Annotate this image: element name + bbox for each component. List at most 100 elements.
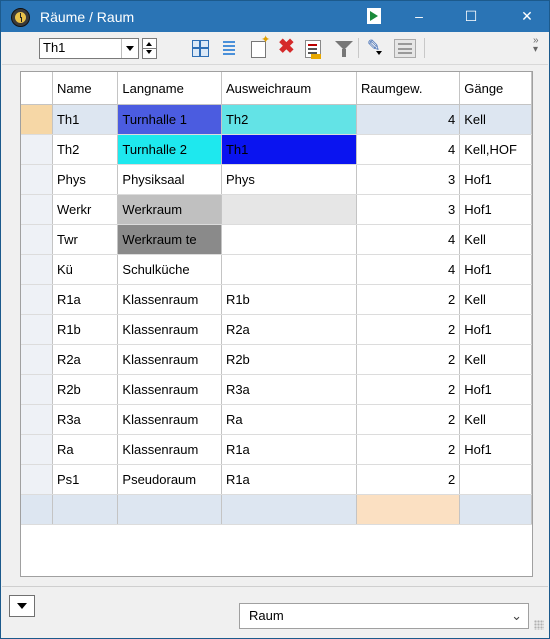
delete-icon[interactable]: ✖ (278, 37, 298, 57)
cell-ausweichraum[interactable]: Th1 (221, 134, 358, 165)
table-row[interactable]: R1b Klassenraum R2a 2 Hof1 (21, 314, 532, 345)
cell-name[interactable]: Th1 (52, 104, 119, 135)
cell-gaenge[interactable]: Hof1 (459, 194, 532, 225)
chevron-down-icon[interactable] (121, 39, 138, 58)
table-row[interactable]: Th2 Turnhalle 2 Th1 4 Kell,HOF (21, 134, 532, 165)
cell-raumgew[interactable]: 4 (356, 134, 461, 165)
cell-raumgew[interactable]: 2 (356, 344, 461, 375)
cell-name[interactable]: Phys (52, 164, 119, 195)
cell-gaenge[interactable]: Hof1 (459, 434, 532, 465)
cell-langname[interactable]: Physiksaal (117, 164, 222, 195)
cell-gaenge[interactable]: Kell (459, 284, 532, 315)
cell-gaenge[interactable]: Kell (459, 404, 532, 435)
table-row[interactable]: Phys Physiksaal Phys 3 Hof1 (21, 164, 532, 195)
cell-ausweichraum[interactable]: R2a (221, 314, 358, 345)
cell-langname[interactable]: Klassenraum (117, 404, 222, 435)
cell-name[interactable]: R2b (52, 374, 119, 405)
sort-icon[interactable] (305, 40, 321, 59)
cell-langname[interactable]: Turnhalle 2 (117, 134, 222, 165)
cell-gaenge[interactable]: Kell (459, 224, 532, 255)
cell-raumgew[interactable]: 3 (356, 194, 461, 225)
cell-gaenge[interactable]: Hof1 (459, 314, 532, 345)
cell-gaenge[interactable]: Kell (459, 344, 532, 375)
column-header[interactable]: Langname (117, 72, 222, 105)
table-row[interactable]: R2b Klassenraum R3a 2 Hof1 (21, 374, 532, 405)
cell-raumgew[interactable]: 4 (356, 104, 461, 135)
cell-raumgew[interactable]: 4 (356, 254, 461, 285)
element-spinner[interactable] (142, 38, 157, 59)
cell-ausweichraum[interactable]: Phys (221, 164, 358, 195)
cell-ausweichraum[interactable]: R1a (221, 464, 358, 495)
cell-name[interactable]: Th2 (52, 134, 119, 165)
cell-langname[interactable]: Klassenraum (117, 374, 222, 405)
column-header[interactable]: Raumgew. (356, 72, 461, 105)
cell-raumgew[interactable]: 2 (356, 464, 461, 495)
close-button[interactable]: ✕ (505, 1, 549, 32)
play-button[interactable] (353, 1, 397, 32)
table-row[interactable]: Ps1 Pseudoraum R1a 2 (21, 464, 532, 495)
cell-langname[interactable]: Klassenraum (117, 314, 222, 345)
cell-langname[interactable]: Werkraum (117, 194, 222, 225)
cell-name[interactable]: R2a (52, 344, 119, 375)
cell-name[interactable]: R1a (52, 284, 119, 315)
cell-ausweichraum[interactable]: R2b (221, 344, 358, 375)
column-header[interactable]: Ausweichraum (221, 72, 358, 105)
cell-name[interactable]: Twr (52, 224, 119, 255)
cell-langname[interactable]: Schulküche (117, 254, 222, 285)
table-row[interactable]: Th1 Turnhalle 1 Th2 4 Kell (21, 104, 532, 135)
cell-langname[interactable]: Klassenraum (117, 434, 222, 465)
table-row[interactable]: R3a Klassenraum Ra 2 Kell (21, 404, 532, 435)
cell-raumgew[interactable]: 2 (356, 374, 461, 405)
element-combo[interactable]: Th1 (39, 38, 139, 59)
edit-pen-icon[interactable]: ✎ (367, 38, 385, 56)
cell-gaenge[interactable]: Kell,HOF (459, 134, 532, 165)
cell-name[interactable]: Kü (52, 254, 119, 285)
resize-grip-icon[interactable] (534, 620, 544, 630)
cell-raumgew[interactable]: 2 (356, 434, 461, 465)
cell-ausweichraum[interactable] (221, 224, 358, 255)
cell-gaenge[interactable]: Kell (459, 104, 532, 135)
new-row-cell[interactable] (356, 494, 461, 525)
cell-ausweichraum[interactable]: Ra (221, 404, 358, 435)
table-row[interactable]: Kü Schulküche 4 Hof1 (21, 254, 532, 285)
new-row-cell[interactable] (221, 494, 358, 525)
chevron-down-icon[interactable]: ⌄ (511, 608, 522, 624)
table-row[interactable]: R2a Klassenraum R2b 2 Kell (21, 344, 532, 375)
cell-ausweichraum[interactable]: Th2 (221, 104, 358, 135)
new-row-cell[interactable] (459, 494, 532, 525)
table-row[interactable]: R1a Klassenraum R1b 2 Kell (21, 284, 532, 315)
list-view-icon[interactable] (220, 39, 238, 57)
cell-raumgew[interactable]: 2 (356, 314, 461, 345)
table-row[interactable]: Ra Klassenraum R1a 2 Hof1 (21, 434, 532, 465)
new-element-icon[interactable] (251, 33, 270, 58)
table-row[interactable]: Twr Werkraum te 4 Kell (21, 224, 532, 255)
cell-gaenge[interactable]: Hof1 (459, 164, 532, 195)
view-select[interactable]: Raum ⌄ (239, 603, 529, 629)
cell-name[interactable]: R1b (52, 314, 119, 345)
cell-gaenge[interactable]: Hof1 (459, 254, 532, 285)
cell-langname[interactable]: Werkraum te (117, 224, 222, 255)
cell-name[interactable]: Werkr (52, 194, 119, 225)
column-header[interactable]: Gänge (459, 72, 532, 105)
cell-ausweichraum[interactable]: R1a (221, 434, 358, 465)
menu-dropdown-button[interactable] (9, 595, 35, 617)
cell-ausweichraum[interactable]: R3a (221, 374, 358, 405)
minimize-button[interactable]: – (397, 1, 441, 32)
new-row[interactable] (21, 494, 532, 525)
cell-gaenge[interactable]: Hof1 (459, 374, 532, 405)
cell-langname[interactable]: Turnhalle 1 (117, 104, 222, 135)
cell-langname[interactable]: Klassenraum (117, 284, 222, 315)
cell-raumgew[interactable]: 2 (356, 404, 461, 435)
toolbar-overflow-icon[interactable]: » ▾ (533, 36, 539, 55)
column-header[interactable]: Name (52, 72, 119, 105)
filter-icon[interactable] (335, 41, 353, 57)
cell-langname[interactable]: Klassenraum (117, 344, 222, 375)
cell-gaenge[interactable] (459, 464, 532, 495)
maximize-button[interactable]: ☐ (449, 1, 493, 32)
new-row-cell[interactable] (21, 494, 53, 525)
cell-ausweichraum[interactable]: R1b (221, 284, 358, 315)
cell-raumgew[interactable]: 3 (356, 164, 461, 195)
cell-name[interactable]: Ra (52, 434, 119, 465)
new-row-cell[interactable] (117, 494, 222, 525)
table-row[interactable]: Werkr Werkraum 3 Hof1 (21, 194, 532, 225)
